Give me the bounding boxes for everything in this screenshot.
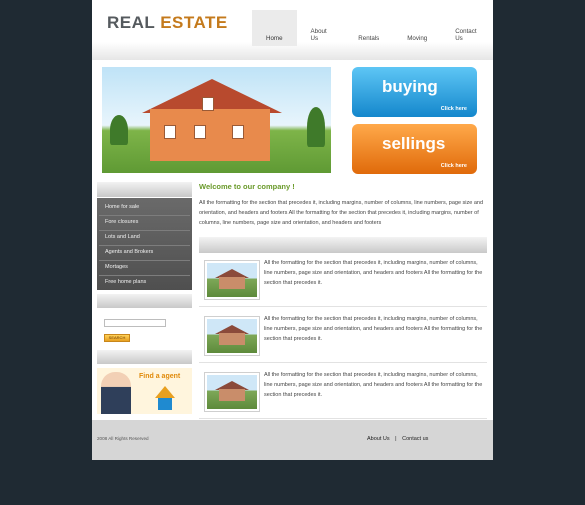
sidebar-item-free-home-plans[interactable]: Free home plans <box>105 279 146 285</box>
listing-description: All the formatting for the section that … <box>264 372 483 398</box>
sidebar-header <box>97 182 192 197</box>
page: REAL ESTATE Home About Us Rentals Moving… <box>92 0 493 460</box>
footer: 2008 All Rights Reserved About Us | Cont… <box>92 420 493 460</box>
agent-header <box>97 350 192 364</box>
footer-links: About Us | Contact us <box>367 436 432 442</box>
sidebar-item-home-for-sale[interactable]: Home for sale <box>105 204 139 210</box>
listing-item: All the formatting for the section that … <box>199 255 487 307</box>
welcome-heading: Welcome to our company ! <box>199 182 295 191</box>
menu-divider <box>99 260 190 261</box>
logo-part1: REAL <box>107 13 155 32</box>
listing-thumbnail[interactable] <box>204 372 260 412</box>
search-panel: SEARCH <box>97 310 192 348</box>
house-window-shape <box>232 125 244 139</box>
search-header <box>97 294 192 308</box>
footer-separator: | <box>395 436 397 442</box>
sidebar-menu: Home for sale Fore closures Lots and Lan… <box>97 198 192 290</box>
sellings-title: sellings <box>382 134 446 153</box>
menu-divider <box>99 275 190 276</box>
thumbnail-house <box>219 277 245 289</box>
buying-title: buying <box>382 77 438 96</box>
sidebar-item-fore-closures[interactable]: Fore closures <box>105 219 138 225</box>
find-agent-label: Find a agent <box>139 373 181 380</box>
listing-description: All the formatting for the section that … <box>264 260 483 286</box>
footer-link-contact-us[interactable]: Contact us <box>402 436 428 442</box>
listing-item: All the formatting for the section that … <box>199 367 487 419</box>
house-window-shape <box>164 125 176 139</box>
listing-divider <box>199 418 487 419</box>
search-input[interactable] <box>104 319 166 327</box>
footer-link-about-us[interactable]: About Us <box>367 436 390 442</box>
nav-contact-us[interactable]: Contact Us <box>441 10 493 46</box>
sidebar-item-agents-and-brokers[interactable]: Agents and Brokers <box>105 249 153 255</box>
listing-divider <box>199 362 487 363</box>
listing-description: All the formatting for the section that … <box>264 316 483 342</box>
sidebar-item-lots-and-land[interactable]: Lots and Land <box>105 234 140 240</box>
house-icon-base <box>158 398 172 410</box>
intro-text: All the formatting for the section that … <box>199 200 484 226</box>
house-window-shape <box>194 125 206 139</box>
find-agent-banner[interactable]: Find a agent <box>97 368 192 414</box>
hero-house-image <box>102 67 331 173</box>
top-nav: Home About Us Rentals Moving Contact Us <box>252 10 493 46</box>
tree-shape <box>307 107 325 147</box>
listings-header-bar <box>199 237 487 253</box>
menu-divider <box>99 230 190 231</box>
buying-banner[interactable]: buying Click here <box>352 67 477 117</box>
listing-thumbnail[interactable] <box>204 316 260 356</box>
sellings-click-here[interactable]: Click here <box>441 163 467 169</box>
listing-item: All the formatting for the section that … <box>199 311 487 363</box>
nav-moving[interactable]: Moving <box>393 10 441 46</box>
menu-divider <box>99 245 190 246</box>
header: REAL ESTATE Home About Us Rentals Moving… <box>92 0 493 60</box>
thumbnail-house <box>219 389 245 401</box>
logo-part2: ESTATE <box>154 13 228 32</box>
nav-home[interactable]: Home <box>252 10 297 46</box>
buying-click-here[interactable]: Click here <box>441 106 467 112</box>
menu-divider <box>99 215 190 216</box>
copyright-text: 2008 All Rights Reserved <box>97 436 149 441</box>
sellings-banner[interactable]: sellings Click here <box>352 124 477 174</box>
search-button[interactable]: SEARCH <box>104 334 130 342</box>
listing-divider <box>199 306 487 307</box>
house-icon <box>155 386 175 398</box>
nav-rentals[interactable]: Rentals <box>344 10 393 46</box>
tree-shape <box>110 115 128 145</box>
site-logo[interactable]: REAL ESTATE <box>107 13 228 33</box>
nav-about-us[interactable]: About Us <box>297 10 345 46</box>
agent-photo <box>101 372 131 414</box>
house-window-shape <box>202 97 214 111</box>
thumbnail-house <box>219 333 245 345</box>
listing-thumbnail[interactable] <box>204 260 260 300</box>
sidebar-item-mortages[interactable]: Mortages <box>105 264 128 270</box>
